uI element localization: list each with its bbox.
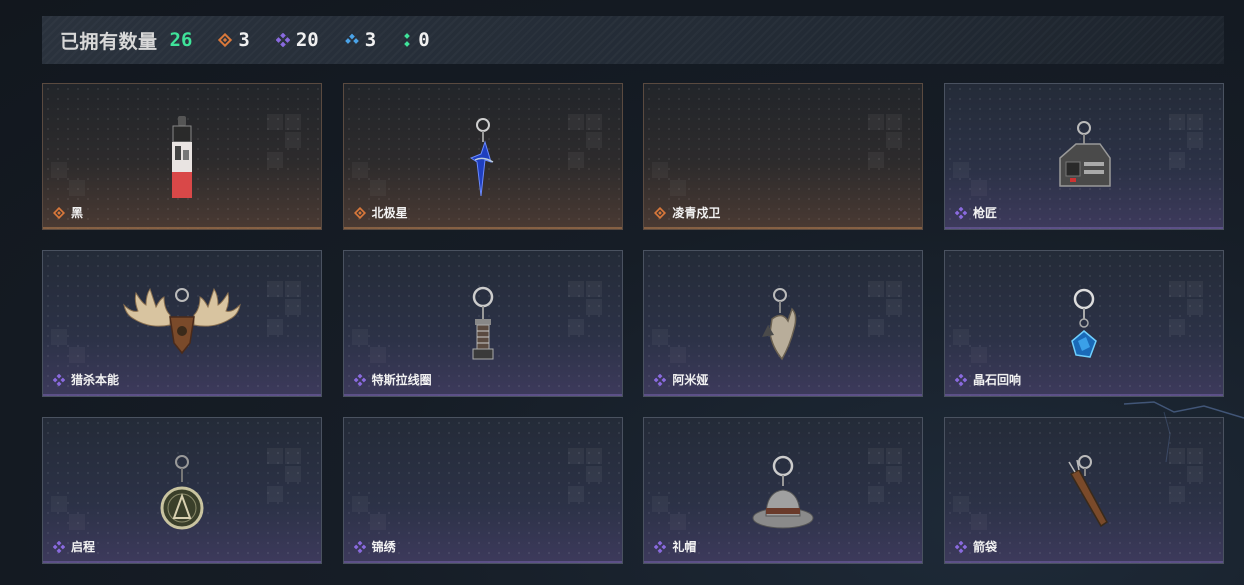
charm-name-row: 猎杀本能 (53, 371, 119, 388)
charm-name: 箭袋 (972, 540, 997, 554)
charm-name-row: 北极星 (353, 204, 408, 221)
blue-diamond-icon (344, 33, 359, 44)
stat-blue-value: 3 (364, 29, 377, 51)
charm-name-row: 特斯拉线圈 (353, 371, 432, 388)
charm-name: 晶石回响 (972, 373, 1021, 387)
stat-blue: 3 (344, 29, 377, 51)
charm-name: 北极星 (371, 206, 408, 220)
orange-diamond-icon (218, 33, 233, 47)
purple-rarity-icon (353, 540, 366, 553)
charm-card-amiya[interactable]: 阿米娅 (643, 250, 924, 397)
charm-name: 阿米娅 (672, 373, 709, 387)
charm-card-gunsmith[interactable]: 枪匠 (943, 83, 1224, 230)
charm-card-crystal-echo[interactable]: 晶石回响 (943, 250, 1224, 397)
charm-name: 枪匠 (972, 206, 997, 220)
green-dots-icon (404, 33, 411, 47)
tesla-coil-charm-icon (472, 286, 494, 360)
charm-card-hunting-instinct[interactable]: 猎杀本能 (42, 250, 322, 397)
charm-card-hei[interactable]: 黑 (42, 83, 322, 230)
charm-card-polaris[interactable]: 北极星 (342, 83, 623, 230)
purple-rarity-icon (654, 373, 667, 386)
purple-rarity-icon (53, 373, 65, 386)
charm-name: 礼帽 (672, 540, 697, 554)
charm-name-row: 箭袋 (954, 538, 997, 555)
quiver-charm-icon (1068, 455, 1108, 528)
blue-star-charm-icon (469, 118, 494, 197)
charm-card-jinxiu[interactable]: 锦绣 (342, 417, 623, 564)
charm-card-lingqing[interactable]: 凌青戍卫 (643, 83, 924, 230)
orange-rarity-icon (53, 206, 65, 219)
charm-card-departure[interactable]: 启程 (42, 417, 322, 564)
orange-rarity-icon (654, 206, 667, 219)
toolbox-charm-icon (1059, 121, 1111, 187)
charm-name-row: 晶石回响 (954, 371, 1021, 388)
charm-name-row: 启程 (53, 538, 95, 555)
hat-charm-icon (752, 455, 814, 529)
orange-rarity-icon (353, 206, 366, 219)
charm-name-row: 礼帽 (654, 538, 696, 555)
charm-name: 锦绣 (371, 540, 396, 554)
charm-name: 黑 (71, 206, 84, 220)
stat-green: 0 (402, 29, 430, 51)
card-charm-icon (172, 116, 192, 198)
medal-charm-icon (160, 455, 204, 530)
charm-name: 猎杀本能 (71, 373, 120, 387)
stat-orange-value: 3 (238, 29, 250, 51)
charm-name: 特斯拉线圈 (371, 373, 432, 387)
charm-card-tesla-coil[interactable]: 特斯拉线圈 (342, 250, 623, 397)
purple-rarity-icon (954, 373, 967, 386)
purple-rarity-icon (53, 540, 65, 553)
stat-purple-value: 20 (295, 29, 319, 51)
owned-count-total: 26 (169, 29, 193, 51)
stat-orange: 3 (218, 29, 250, 51)
charm-name: 凌青戍卫 (672, 206, 721, 220)
purple-diamond-icon (275, 33, 290, 47)
purple-rarity-icon (353, 373, 366, 386)
charm-name-row: 凌青戍卫 (654, 204, 720, 221)
charm-name-row: 黑 (53, 204, 83, 221)
purple-rarity-icon (654, 540, 667, 553)
charm-name-row: 阿米娅 (654, 371, 708, 388)
purple-rarity-icon (954, 206, 967, 219)
ears-charm-icon (762, 288, 797, 361)
owned-count-bar: 已拥有数量 26 3 20 3 0 (42, 16, 1224, 64)
antlers-charm-icon (123, 287, 241, 355)
owned-count-label: 已拥有数量 (60, 30, 158, 53)
stat-green-value: 0 (418, 29, 430, 51)
charm-name-row: 锦绣 (353, 538, 396, 555)
purple-rarity-icon (954, 540, 967, 553)
crystal-charm-icon (1071, 288, 1097, 358)
charm-grid: 黑 北极星 凌青戍卫 枪匠 猎杀本能 特斯拉线圈 阿米娅 晶石回响 启程 锦绣 … (42, 83, 1224, 564)
charm-name: 启程 (71, 540, 96, 554)
charm-name-row: 枪匠 (954, 204, 997, 221)
charm-card-quiver[interactable]: 箭袋 (943, 417, 1224, 564)
charm-card-hat[interactable]: 礼帽 (643, 417, 924, 564)
stat-purple: 20 (275, 29, 319, 51)
